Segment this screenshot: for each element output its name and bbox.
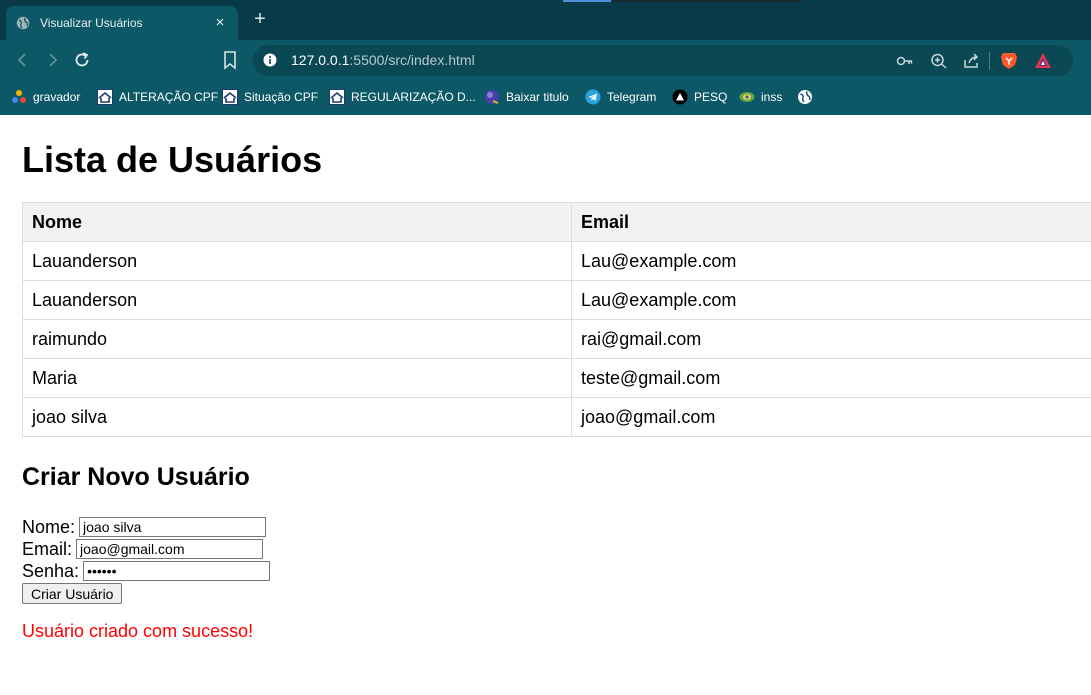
bookmark-telegram[interactable]: Telegram	[585, 87, 656, 107]
address-bar-divider	[989, 52, 990, 70]
column-header-nome: Nome	[22, 202, 572, 242]
share-icon[interactable]	[963, 53, 981, 69]
url-text[interactable]: 127.0.0.1:5500/src/index.html	[291, 52, 475, 68]
cell-nome: raimundo	[22, 319, 572, 359]
bookmark-alteracao-cpf[interactable]: ALTERAÇÃO CPF	[97, 87, 218, 107]
colored-dots-icon	[11, 89, 27, 105]
globe-icon	[797, 89, 813, 105]
bookmark-label: gravador	[33, 90, 81, 104]
bookmark-label: inss	[761, 90, 783, 104]
url-path: :5500/src/index.html	[349, 52, 475, 68]
browser-tab[interactable]: Visualizar Usuários ×	[6, 6, 238, 40]
name-row: Nome:	[22, 516, 270, 538]
email-label: Email:	[22, 538, 73, 559]
cell-email: Lau@example.com	[571, 241, 1091, 281]
forward-arrow-icon[interactable]	[42, 50, 62, 70]
sphere-icon	[484, 89, 500, 105]
bookmark-label: Telegram	[607, 90, 657, 104]
brave-shield-icon[interactable]	[1000, 51, 1018, 69]
password-row: Senha:	[22, 560, 271, 582]
cell-email: teste@gmail.com	[571, 358, 1091, 398]
inss-icon	[739, 89, 755, 105]
bookmark-label: Situação CPF	[244, 90, 319, 104]
password-label: Senha:	[22, 560, 80, 581]
bookmark-regularizacao[interactable]: REGULARIZAÇÃO D...	[329, 87, 476, 107]
email-input[interactable]	[76, 539, 264, 559]
tab-strip-accent	[563, 0, 611, 2]
bookmark-icon[interactable]	[221, 50, 239, 70]
email-row: Email:	[22, 538, 270, 560]
create-user-form: Nome: Email: Senha: Criar Usuário	[22, 516, 271, 604]
bookmark-situacao-cpf[interactable]: Situação CPF	[222, 87, 318, 107]
cell-nome: Lauanderson	[22, 280, 572, 320]
globe-icon	[16, 16, 30, 30]
column-header-email: Email	[571, 202, 1091, 242]
cell-email: joao@gmail.com	[571, 397, 1091, 437]
url-host: 127.0.0.1	[291, 52, 350, 68]
back-arrow-icon[interactable]	[13, 50, 33, 70]
create-user-button[interactable]: Criar Usuário	[22, 583, 123, 604]
cell-email: Lau@example.com	[571, 280, 1091, 320]
success-message: Usuário criado com sucesso!	[22, 621, 254, 641]
telegram-icon	[585, 89, 601, 105]
receita-federal-icon	[97, 89, 113, 105]
triangle-icon	[672, 89, 688, 105]
name-input[interactable]	[79, 517, 267, 537]
tab-strip: Visualizar Usuários × +	[0, 0, 1091, 40]
receita-federal-icon	[329, 89, 345, 105]
users-table: Nome Email Lauanderson Lau@example.com L…	[22, 202, 1091, 437]
bookmark-baixar-titulo[interactable]: Baixar titulo	[484, 87, 569, 107]
receita-federal-icon	[222, 89, 238, 105]
bookmark-globe[interactable]	[797, 87, 819, 107]
name-label: Nome:	[22, 516, 76, 537]
table-row: Lauanderson Lau@example.com	[22, 241, 1091, 281]
bookmark-pesq[interactable]: PESQ	[672, 87, 727, 107]
table-row: Maria teste@gmail.com	[22, 358, 1091, 398]
bookmark-inss[interactable]: inss	[739, 87, 782, 107]
bookmark-label: ALTERAÇÃO CPF	[119, 90, 219, 104]
bookmark-label: Baixar titulo	[506, 90, 569, 104]
cell-nome: Lauanderson	[22, 241, 572, 281]
table-row: raimundo rai@gmail.com	[22, 319, 1091, 359]
site-info-icon[interactable]	[263, 53, 277, 67]
address-bar[interactable]: 127.0.0.1:5500/src/index.html	[253, 45, 1073, 76]
tab-title: Visualizar Usuários	[40, 16, 143, 30]
table-header-row: Nome Email	[22, 202, 1091, 242]
bookmark-gravador[interactable]: gravador	[11, 87, 80, 107]
bookmarks-bar: gravador ALTERAÇÃO CPF Situação CPF REGU…	[0, 80, 1091, 115]
page-title: Lista de Usuários	[22, 139, 323, 180]
table-row: joao silva joao@gmail.com	[22, 397, 1091, 437]
bookmark-label: PESQ	[694, 90, 728, 104]
key-icon[interactable]	[896, 53, 914, 69]
zoom-icon[interactable]	[930, 53, 948, 69]
cell-nome: Maria	[22, 358, 572, 398]
cell-nome: joao silva	[22, 397, 572, 437]
password-input[interactable]	[83, 561, 271, 581]
tab-strip-line	[611, 0, 804, 2]
reload-icon[interactable]	[72, 50, 92, 70]
cell-email: rai@gmail.com	[571, 319, 1091, 359]
brave-rewards-icon[interactable]	[1034, 52, 1052, 68]
close-tab-icon[interactable]: ×	[212, 15, 228, 30]
form-heading: Criar Novo Usuário	[22, 463, 250, 491]
table-row: Lauanderson Lau@example.com	[22, 280, 1091, 320]
bookmark-label: REGULARIZAÇÃO D...	[351, 90, 476, 104]
new-tab-button[interactable]: +	[249, 8, 271, 30]
